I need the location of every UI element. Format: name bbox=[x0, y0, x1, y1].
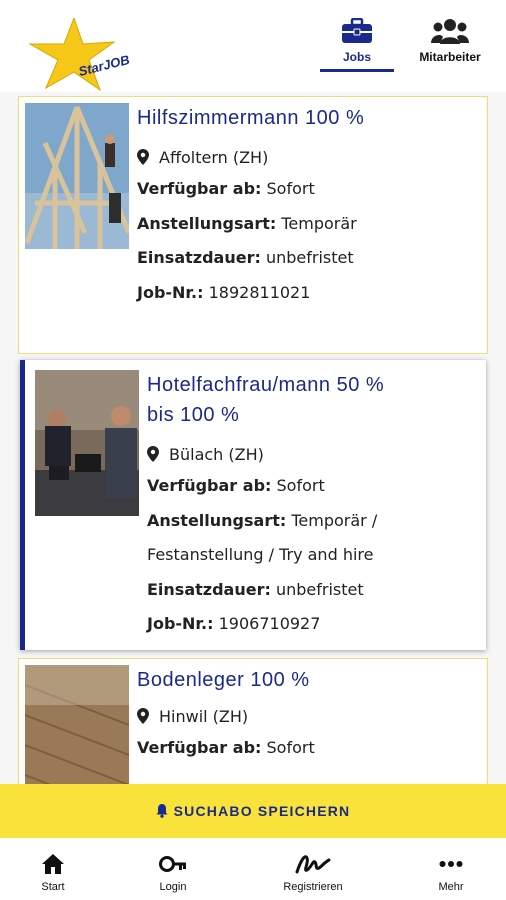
job-card[interactable]: Hilfszimmermann 100 % Affoltern (ZH) Ver… bbox=[18, 96, 488, 354]
job-field-number: Job-Nr.: 1892811021 bbox=[137, 282, 311, 302]
app-header: StarJOB Jobs Mitarbeiter bbox=[0, 0, 506, 92]
nav-more-label: Mehr bbox=[438, 881, 464, 893]
job-field-employment-type: Anstellungsart: Temporär bbox=[137, 213, 357, 233]
job-field-duration: Einsatzdauer: unbefristet bbox=[137, 248, 354, 267]
nav-more[interactable]: Mehr bbox=[406, 852, 496, 893]
nav-register-label: Registrieren bbox=[283, 881, 343, 893]
home-icon bbox=[42, 854, 64, 874]
job-title[interactable]: Hilfszimmermann 100 % bbox=[137, 103, 377, 133]
more-icon bbox=[439, 861, 463, 867]
job-location: Hinwil (ZH) bbox=[137, 701, 479, 731]
tab-mitarbeiter-label: Mitarbeiter bbox=[419, 50, 481, 64]
briefcase-icon bbox=[342, 18, 372, 43]
nav-start[interactable]: Start bbox=[8, 852, 98, 893]
people-icon bbox=[431, 19, 469, 44]
job-location: Bülach (ZH) bbox=[147, 439, 478, 469]
save-search-label: SUCHABO SPEICHERN bbox=[173, 803, 351, 819]
job-card[interactable]: Bodenleger 100 % Hinwil (ZH) Verfügbar a… bbox=[18, 658, 488, 784]
job-list[interactable]: Hilfszimmermann 100 % Affoltern (ZH) Ver… bbox=[0, 92, 506, 784]
job-field-employment-type: Anstellungsart: Temporär / bbox=[147, 510, 378, 530]
nav-login[interactable]: Login bbox=[128, 852, 218, 893]
starjob-logo[interactable]: StarJOB bbox=[22, 16, 131, 98]
location-pin-icon bbox=[147, 446, 159, 462]
location-pin-icon bbox=[137, 149, 149, 165]
bottom-navigation: Start Login Registrieren Mehr bbox=[0, 838, 506, 900]
bell-icon bbox=[156, 804, 168, 818]
job-field-duration: Einsatzdauer: unbefristet bbox=[147, 579, 364, 599]
job-field-number: Job-Nr.: 1906710927 bbox=[147, 614, 321, 633]
job-location: Affoltern (ZH) bbox=[137, 142, 479, 172]
job-image-hotel bbox=[35, 370, 139, 516]
job-image-carpenter bbox=[25, 103, 129, 249]
job-field-employment-type-cont: Festanstellung / Try and hire bbox=[147, 545, 374, 564]
nav-login-label: Login bbox=[159, 881, 187, 893]
job-location-text: Hinwil (ZH) bbox=[159, 706, 249, 726]
job-title[interactable]: Bodenleger 100 % bbox=[137, 665, 377, 695]
job-title[interactable]: Hotelfachfrau/mann 50 % bis 100 % bbox=[147, 370, 387, 430]
nav-register[interactable]: Registrieren bbox=[268, 852, 358, 893]
tab-mitarbeiter[interactable]: Mitarbeiter bbox=[408, 18, 492, 64]
nav-start-label: Start bbox=[41, 881, 65, 893]
location-pin-icon bbox=[137, 708, 149, 724]
job-location-text: Bülach (ZH) bbox=[169, 444, 264, 464]
signature-icon bbox=[295, 855, 331, 874]
save-search-button[interactable]: SUCHABO SPEICHERN bbox=[0, 784, 506, 838]
job-field-available: Verfügbar ab: Sofort bbox=[137, 179, 315, 198]
job-location-text: Affoltern (ZH) bbox=[159, 147, 269, 167]
job-card-selected[interactable]: Hotelfachfrau/mann 50 % bis 100 % Bülach… bbox=[20, 360, 486, 650]
key-icon bbox=[159, 856, 186, 872]
job-field-available: Verfügbar ab: Sofort bbox=[137, 738, 315, 757]
tab-jobs-label: Jobs bbox=[342, 50, 371, 64]
tab-jobs[interactable]: Jobs bbox=[320, 18, 394, 72]
job-field-available: Verfügbar ab: Sofort bbox=[147, 476, 325, 495]
job-image-floor bbox=[25, 665, 129, 784]
